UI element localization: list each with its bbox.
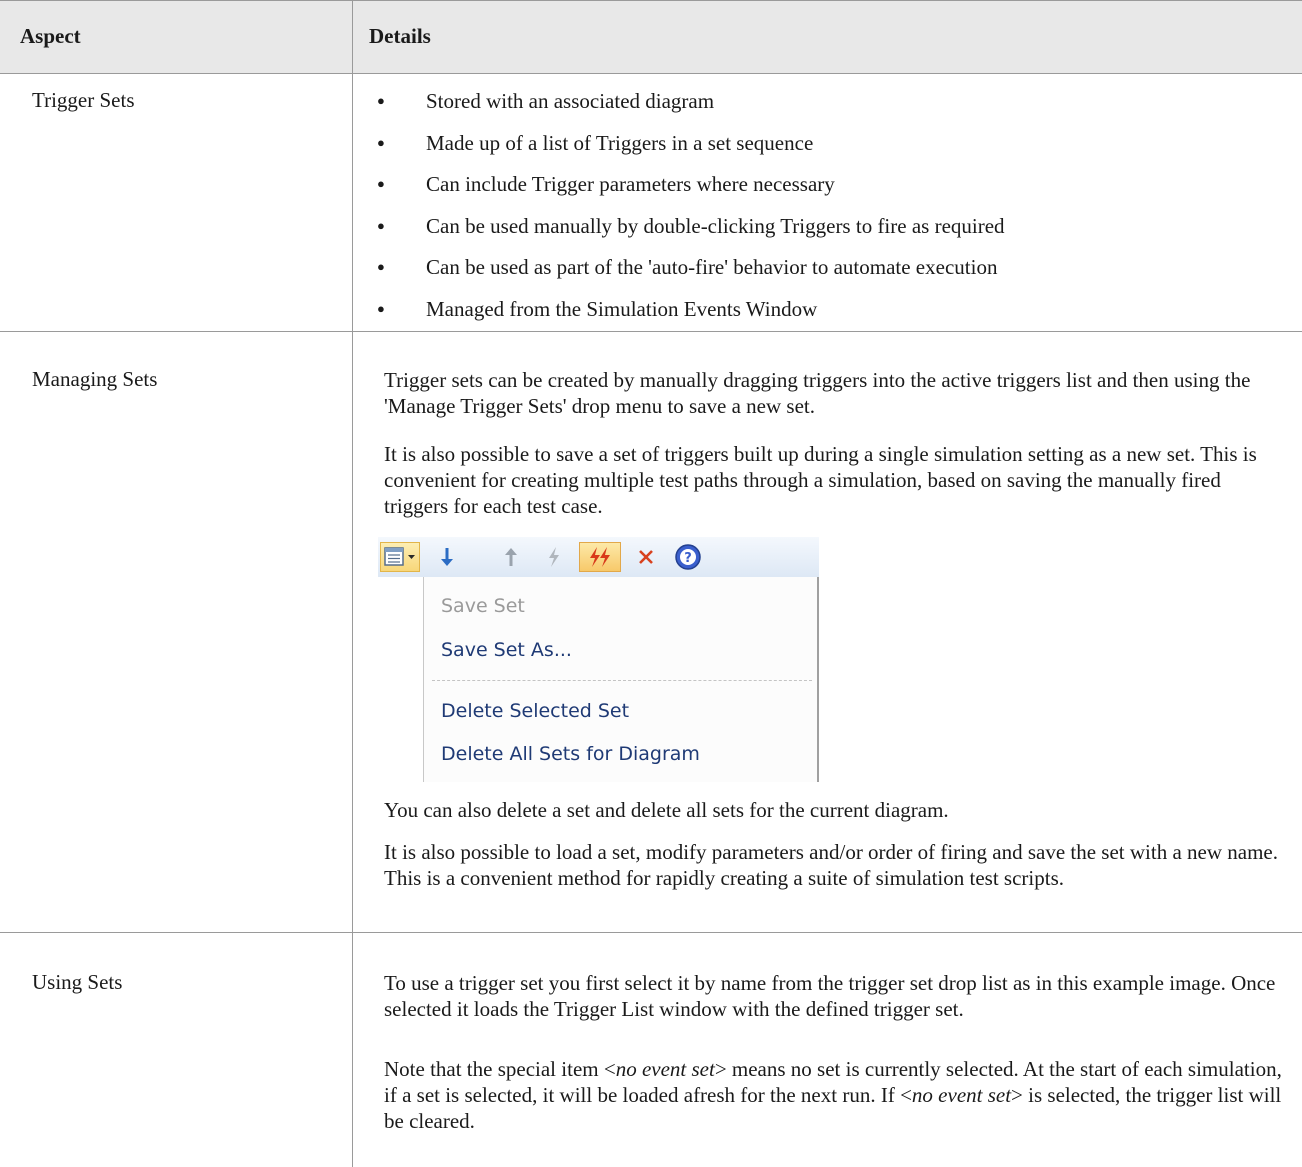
- using-sets-note: Note that the special item <no event set…: [384, 1056, 1289, 1134]
- note-text: Note that the special item <: [384, 1057, 616, 1081]
- move-up-button[interactable]: [498, 542, 524, 572]
- help-icon: ?: [675, 544, 701, 570]
- manage-trigger-sets-screenshot: ? Save Set Save Set As... Delete Selecte…: [378, 537, 819, 782]
- list-item: Can include Trigger parameters where nec…: [369, 171, 1005, 213]
- help-button[interactable]: ?: [671, 542, 705, 572]
- auto-fire-button[interactable]: [579, 542, 621, 572]
- column-divider: [352, 0, 353, 1167]
- svg-text:?: ?: [684, 551, 692, 566]
- trigger-set-list-icon: [384, 547, 415, 566]
- row-aspect-managing-sets: Managing Sets: [32, 367, 158, 391]
- delete-icon: [639, 550, 653, 564]
- document-page: Aspect Details Trigger Sets Stored with …: [0, 0, 1302, 1167]
- auto-fire-icon: [590, 547, 610, 567]
- list-item: Can be used manually by double-clicking …: [369, 213, 1005, 255]
- delete-button[interactable]: [631, 542, 661, 572]
- managing-sets-paragraph-2: It is also possible to save a set of tri…: [384, 442, 1257, 518]
- list-item: Made up of a list of Triggers in a set s…: [369, 130, 1005, 172]
- list-item: Can be used as part of the 'auto-fire' b…: [369, 254, 1005, 296]
- using-sets-paragraph-1: To use a trigger set you first select it…: [384, 971, 1276, 1021]
- trigger-toolbar: ?: [378, 537, 819, 577]
- menu-item-delete-selected-set[interactable]: Delete Selected Set: [441, 700, 629, 722]
- table-header: Aspect Details: [0, 0, 1302, 74]
- fire-trigger-icon: [549, 547, 559, 567]
- row-aspect-using-sets: Using Sets: [32, 970, 123, 994]
- row-divider: [0, 932, 1302, 933]
- managing-sets-paragraph-4: It is also possible to load a set, modif…: [384, 840, 1278, 890]
- managing-sets-paragraph-1: Trigger sets can be created by manually …: [384, 368, 1251, 418]
- menu-item-save-set-as[interactable]: Save Set As...: [441, 639, 572, 661]
- move-up-icon: [505, 548, 517, 566]
- menu-item-delete-all-sets[interactable]: Delete All Sets for Diagram: [441, 743, 700, 765]
- menu-item-save-set[interactable]: Save Set: [441, 595, 525, 617]
- managing-sets-paragraph-3: You can also delete a set and delete all…: [384, 798, 949, 822]
- list-item: Stored with an associated diagram: [369, 88, 1005, 130]
- row-aspect-trigger-sets: Trigger Sets: [32, 88, 135, 112]
- menu-separator: [432, 680, 812, 681]
- note-emphasis: no event set: [911, 1083, 1012, 1107]
- row-divider: [0, 331, 1302, 332]
- move-down-button[interactable]: [434, 542, 460, 572]
- header-details: Details: [369, 24, 431, 48]
- header-aspect: Aspect: [20, 24, 81, 48]
- trigger-sets-bullet-list: Stored with an associated diagram Made u…: [369, 88, 1005, 337]
- dropdown-arrow-icon: [408, 555, 415, 559]
- note-emphasis: no event set: [615, 1057, 715, 1081]
- manage-trigger-sets-menu: Save Set Save Set As... Delete Selected …: [423, 577, 819, 782]
- trigger-set-list-button[interactable]: [380, 542, 420, 572]
- move-down-icon: [441, 548, 453, 566]
- fire-trigger-button[interactable]: [541, 542, 567, 572]
